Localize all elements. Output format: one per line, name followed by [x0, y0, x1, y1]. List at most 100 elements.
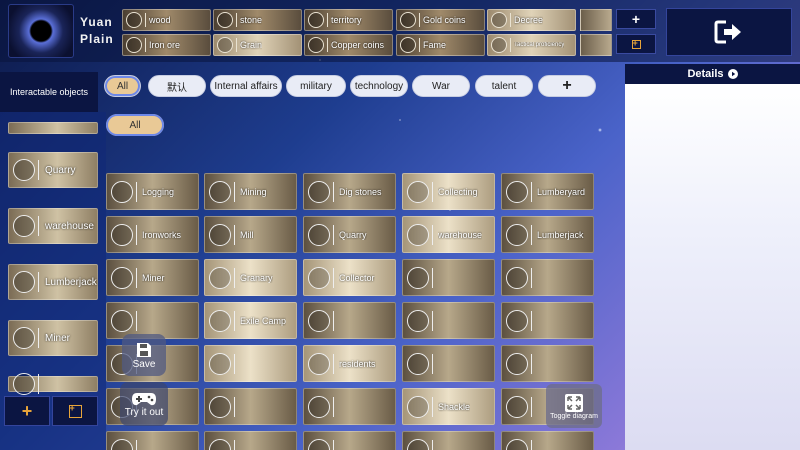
action-card[interactable]: Mill [204, 216, 297, 253]
action-card[interactable] [501, 345, 594, 382]
action-card[interactable] [501, 259, 594, 296]
resource-chip[interactable]: Tactical proficiency [487, 34, 576, 56]
action-card[interactable]: Lumberjack [501, 216, 594, 253]
details-header[interactable]: Details [625, 64, 800, 84]
resource-chip[interactable]: Fame [396, 34, 485, 56]
action-card[interactable]: Granary [204, 259, 297, 296]
player-avatar[interactable] [8, 4, 74, 58]
action-card[interactable]: Miner [106, 259, 199, 296]
action-card[interactable] [402, 259, 495, 296]
action-card[interactable] [303, 302, 396, 339]
top-resource-bar: Yuan Plain wood stone territory Gold coins D… [0, 0, 800, 62]
add-filter-tab-button[interactable]: + [538, 75, 596, 97]
divider [333, 396, 334, 417]
sidebar-item[interactable] [8, 122, 98, 134]
item-ring-icon [13, 373, 35, 395]
divider [38, 328, 39, 348]
resource-chip[interactable]: Gold coins [396, 9, 485, 31]
action-card[interactable] [303, 431, 396, 450]
resource-ring-icon [308, 37, 324, 53]
divider [531, 181, 532, 202]
action-card[interactable] [501, 302, 594, 339]
action-card[interactable] [402, 431, 495, 450]
sidebar-item-label: Quarry [45, 164, 76, 176]
filter-tab[interactable]: War [412, 75, 470, 97]
resource-label: wood [149, 15, 171, 25]
card-ring-icon [209, 180, 231, 203]
action-card[interactable]: Mining [204, 173, 297, 210]
card-ring-icon [209, 223, 231, 246]
sidebar-item[interactable]: Quarry [8, 152, 98, 188]
resource-ring-icon [491, 37, 507, 53]
resource-ring-icon [126, 12, 142, 28]
save-button[interactable]: Save [122, 334, 166, 376]
sidebar-add-button[interactable]: + [4, 396, 50, 426]
resource-chip[interactable]: Copper coins [304, 34, 393, 56]
action-card[interactable]: Quarry [303, 216, 396, 253]
card-label: Miner [142, 272, 165, 283]
resource-chip[interactable]: Iron ore [122, 34, 211, 56]
resource-chip[interactable]: Grain [213, 34, 302, 56]
divider [234, 353, 235, 374]
divider [531, 310, 532, 331]
action-card[interactable] [402, 302, 495, 339]
action-card[interactable] [204, 431, 297, 450]
divider [432, 353, 433, 374]
action-card[interactable]: Exile Camp [204, 302, 297, 339]
resource-settings-button[interactable] [616, 34, 656, 54]
action-card[interactable]: Collecting [402, 173, 495, 210]
action-card[interactable] [501, 431, 594, 450]
divider [234, 267, 235, 288]
resource-chip[interactable]: Decree [487, 9, 576, 31]
save-icon [137, 342, 151, 357]
exit-button[interactable] [666, 8, 792, 56]
action-card[interactable]: Logging [106, 173, 199, 210]
resource-thumbnail[interactable] [580, 9, 612, 31]
toggle-diagram-button[interactable]: Toggle diagram [546, 384, 602, 428]
resource-chip[interactable]: stone [213, 9, 302, 31]
sidebar-item[interactable]: Lumberjack [8, 264, 98, 300]
divider [432, 267, 433, 288]
action-card[interactable]: Lumberyard [501, 173, 594, 210]
card-ring-icon [308, 180, 330, 203]
filter-tab[interactable]: 默认 [148, 75, 206, 97]
filter-tab[interactable]: talent [475, 75, 533, 97]
divider [234, 310, 235, 331]
filter-tab[interactable]: All [104, 75, 141, 97]
resource-chip[interactable]: territory [304, 9, 393, 31]
filter-tab[interactable]: Internal affairs [210, 75, 282, 97]
subfilter-all[interactable]: All [106, 114, 164, 136]
action-card[interactable]: warehouse [402, 216, 495, 253]
action-card[interactable]: Shackle [402, 388, 495, 425]
action-card[interactable] [204, 345, 297, 382]
card-label: residents [339, 358, 376, 369]
sidebar-item-label: warehouse [45, 220, 94, 232]
action-card[interactable] [204, 388, 297, 425]
action-card[interactable]: Collector [303, 259, 396, 296]
card-label: Mill [240, 229, 254, 240]
sidebar-item[interactable]: warehouse [8, 208, 98, 244]
resource-label: Grain [240, 40, 263, 50]
divider [531, 396, 532, 417]
divider [333, 267, 334, 288]
action-card[interactable]: Dig stones [303, 173, 396, 210]
resource-thumbnail[interactable] [580, 34, 612, 56]
card-ring-icon [111, 180, 133, 203]
sidebar-item[interactable] [8, 373, 98, 395]
divider [531, 439, 532, 450]
action-card[interactable] [106, 431, 199, 450]
add-resource-button[interactable]: + [616, 9, 656, 29]
resource-label: Fame [423, 40, 447, 50]
filter-tab[interactable]: technology [350, 75, 408, 97]
resource-chip[interactable]: wood [122, 9, 211, 31]
action-card[interactable] [303, 388, 396, 425]
action-card[interactable]: Ironworks [106, 216, 199, 253]
action-card[interactable] [402, 345, 495, 382]
action-card[interactable]: residents [303, 345, 396, 382]
sidebar-add-alt-button[interactable] [52, 396, 98, 426]
filter-tab[interactable]: military [286, 75, 346, 97]
card-label: Lumberyard [537, 186, 586, 197]
try-it-out-button[interactable]: Try it out [120, 382, 168, 426]
divider [136, 310, 137, 331]
sidebar-item[interactable]: Miner [8, 320, 98, 356]
